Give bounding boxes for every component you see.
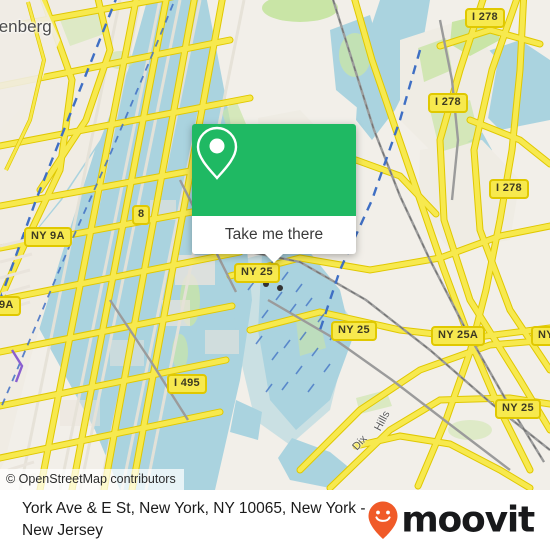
shield-ny25-west[interactable]: NY 25	[234, 263, 280, 283]
shield-i278-east[interactable]: I 278	[489, 179, 529, 199]
map-pin-icon	[196, 126, 238, 180]
shield-ny25-east[interactable]: NY 25	[495, 399, 541, 419]
popup-cta[interactable]: Take me there	[192, 216, 356, 254]
map-screenshot: tenberg Hills Dix I 278 I 278 I 278 8 NY…	[0, 0, 550, 550]
place-label-guttenberg: tenberg	[0, 17, 52, 36]
map-canvas[interactable]: tenberg Hills Dix I 278 I 278 I 278 8 NY…	[0, 0, 550, 490]
shield-i278-north[interactable]: I 278	[465, 8, 505, 28]
popup-header	[192, 124, 356, 216]
shield-ny25-center[interactable]: NY 25	[331, 321, 377, 341]
moovit-logo[interactable]: moovit	[367, 499, 535, 541]
shield-route-8[interactable]: 8	[132, 205, 151, 225]
shield-ny-clipped[interactable]: NY	[531, 326, 550, 346]
shield-9a-clipped[interactable]: 9A	[0, 296, 21, 316]
popup-cta-label: Take me there	[224, 226, 324, 243]
shield-ny9a[interactable]: NY 9A	[24, 227, 72, 247]
osm-attribution[interactable]: © OpenStreetMap contributors	[0, 469, 184, 490]
shield-i278-mid[interactable]: I 278	[428, 93, 468, 113]
popup-pointer	[265, 254, 283, 263]
footer-bar: York Ave & E St, New York, NY 10065, New…	[0, 490, 550, 550]
shield-i495[interactable]: I 495	[167, 374, 207, 394]
location-popup-card[interactable]: Take me there	[192, 124, 356, 263]
moovit-smiley-pin-icon	[368, 501, 398, 539]
address-label: York Ave & E St, New York, NY 10065, New…	[22, 500, 366, 539]
shield-ny25a[interactable]: NY 25A	[431, 326, 486, 346]
moovit-wordmark: moovit	[401, 499, 535, 541]
